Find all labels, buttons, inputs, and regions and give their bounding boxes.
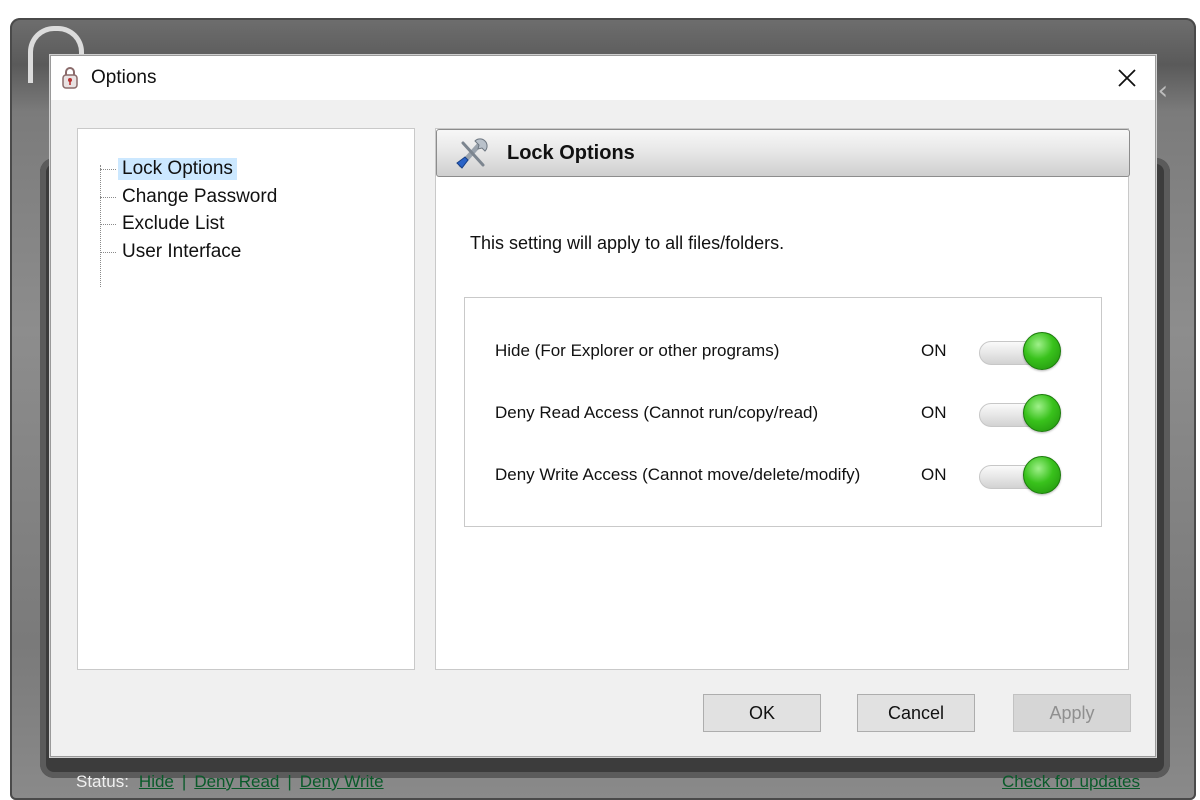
- app-lock-icon: [61, 66, 79, 90]
- deny-write-toggle[interactable]: [979, 455, 1061, 495]
- status-label: Status:: [76, 772, 129, 791]
- dialog-title: Options: [91, 67, 157, 88]
- status-separator: |: [287, 772, 292, 791]
- status-bar: Status: Hide | Deny Read | Deny Write Ch…: [76, 770, 1140, 794]
- option-label: Hide (For Explorer or other programs): [495, 341, 780, 360]
- tree-item-label: User Interface: [122, 241, 242, 262]
- tree-item-label: Lock Options: [118, 158, 237, 180]
- section-title: Lock Options: [507, 141, 635, 164]
- option-label: Deny Read Access (Cannot run/copy/read): [495, 403, 819, 422]
- cancel-button[interactable]: Cancel: [857, 694, 975, 732]
- option-label: Deny Write Access (Cannot move/delete/mo…: [495, 465, 861, 484]
- status-separator: |: [181, 772, 187, 791]
- deny-read-toggle[interactable]: [979, 393, 1061, 433]
- options-dialog: Options Lock Options Change Password Exc…: [50, 55, 1156, 757]
- option-state: ON: [921, 403, 947, 422]
- tools-icon: [453, 133, 493, 173]
- option-row-deny-write: Deny Write Access (Cannot move/delete/mo…: [495, 452, 1075, 498]
- tree-item-label: Exclude List: [122, 213, 225, 234]
- settings-description: This setting will apply to all files/fol…: [470, 233, 785, 253]
- dialog-titlebar: Options: [51, 56, 1155, 100]
- tree-item-exclude-list[interactable]: Exclude List: [100, 211, 228, 237]
- option-row-deny-read: Deny Read Access (Cannot run/copy/read) …: [495, 390, 1075, 436]
- tree-item-user-interface[interactable]: User Interface: [100, 239, 245, 265]
- hide-toggle[interactable]: [979, 331, 1061, 371]
- apply-button[interactable]: Apply: [1013, 694, 1131, 732]
- options-tree: Lock Options Change Password Exclude Lis…: [77, 128, 415, 670]
- chevron-left-icon: ‹: [1157, 76, 1168, 106]
- lock-options-group: Hide (For Explorer or other programs) ON…: [464, 297, 1102, 527]
- section-header: Lock Options: [436, 129, 1130, 177]
- status-hide-link[interactable]: Hide: [139, 772, 174, 792]
- tree-item-lock-options[interactable]: Lock Options: [100, 156, 237, 182]
- tree-item-label: Change Password: [122, 186, 278, 207]
- check-for-updates-link[interactable]: Check for updates: [1002, 772, 1140, 792]
- status-deny-write-link[interactable]: Deny Write: [300, 772, 384, 792]
- status-deny-read-link[interactable]: Deny Read: [194, 772, 279, 792]
- lock-options-panel: Lock Options This setting will apply to …: [435, 128, 1130, 670]
- close-button[interactable]: [1111, 62, 1143, 94]
- close-icon: [1118, 69, 1136, 87]
- option-state: ON: [921, 341, 947, 360]
- tree-item-change-password[interactable]: Change Password: [100, 184, 281, 210]
- option-state: ON: [921, 465, 947, 484]
- ok-button[interactable]: OK: [703, 694, 821, 732]
- option-row-hide: Hide (For Explorer or other programs) ON: [495, 328, 1075, 374]
